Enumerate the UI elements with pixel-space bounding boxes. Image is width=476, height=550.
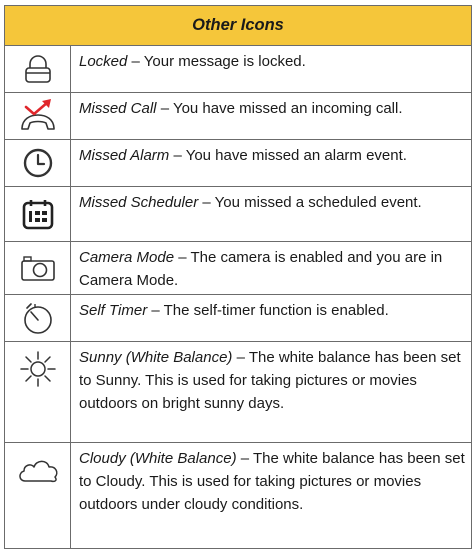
- missed-scheduler-icon: [22, 200, 53, 230]
- icon-cell: [5, 342, 71, 442]
- icon-cell: [5, 187, 71, 241]
- icon-description: – The self-timer function is enabled.: [147, 302, 389, 319]
- icon-name: Locked: [79, 53, 128, 70]
- row-text: Camera Mode – The camera is enabled and …: [71, 242, 471, 294]
- cloudy-icon: [18, 460, 57, 483]
- icon-description: – You missed a scheduled event.: [198, 194, 422, 211]
- table-row-locked: Locked – Your message is locked.: [5, 46, 471, 93]
- row-text: Missed Call – You have missed an incomin…: [71, 93, 471, 139]
- icon-name: Cloudy (White Balance): [79, 450, 237, 467]
- icon-name: Self Timer: [79, 302, 148, 319]
- self-timer-icon: [23, 303, 52, 334]
- sunny-icon: [19, 351, 56, 387]
- table-row-camera-mode: Camera Mode – The camera is enabled and …: [5, 242, 471, 295]
- row-text: Sunny (White Balance) – The white balanc…: [71, 342, 471, 442]
- icon-name: Sunny (White Balance): [79, 349, 233, 366]
- row-text: Cloudy (White Balance) – The white balan…: [71, 443, 471, 548]
- icon-table: Other Icons Locked – Your message is loc…: [4, 5, 472, 549]
- icon-name: Missed Scheduler: [79, 194, 199, 211]
- icon-cell: [5, 443, 71, 548]
- table-row-missed-call: Missed Call – You have missed an incomin…: [5, 93, 471, 140]
- icon-description: – Your message is locked.: [127, 53, 306, 70]
- icon-cell: [5, 46, 71, 92]
- icon-cell: [5, 140, 71, 186]
- table-header: Other Icons: [5, 6, 471, 46]
- table-row-missed-scheduler: Missed Scheduler – You missed a schedule…: [5, 187, 471, 242]
- icon-cell: [5, 295, 71, 341]
- row-text: Missed Alarm – You have missed an alarm …: [71, 140, 471, 186]
- icon-name: Missed Alarm: [79, 147, 170, 164]
- row-text: Locked – Your message is locked.: [71, 46, 471, 92]
- icon-name: Camera Mode: [79, 249, 175, 266]
- missed-call-icon: [20, 99, 55, 130]
- icon-cell: [5, 242, 71, 294]
- icon-name: Missed Call: [79, 100, 157, 117]
- table-row-self-timer: Self Timer – The self-timer function is …: [5, 295, 471, 342]
- table-row-cloudy: Cloudy (White Balance) – The white balan…: [5, 443, 471, 548]
- icon-cell: [5, 93, 71, 139]
- icon-description: – You have missed an alarm event.: [169, 147, 407, 164]
- lock-icon: [24, 55, 51, 83]
- icon-description: – You have missed an incoming call.: [156, 100, 403, 117]
- table-row-missed-alarm: Missed Alarm – You have missed an alarm …: [5, 140, 471, 187]
- table-title: Other Icons: [192, 16, 284, 34]
- table-row-sunny: Sunny (White Balance) – The white balanc…: [5, 342, 471, 443]
- missed-alarm-icon: [23, 148, 52, 178]
- camera-icon: [20, 256, 55, 281]
- row-text: Self Timer – The self-timer function is …: [71, 295, 471, 341]
- row-text: Missed Scheduler – You missed a schedule…: [71, 187, 471, 241]
